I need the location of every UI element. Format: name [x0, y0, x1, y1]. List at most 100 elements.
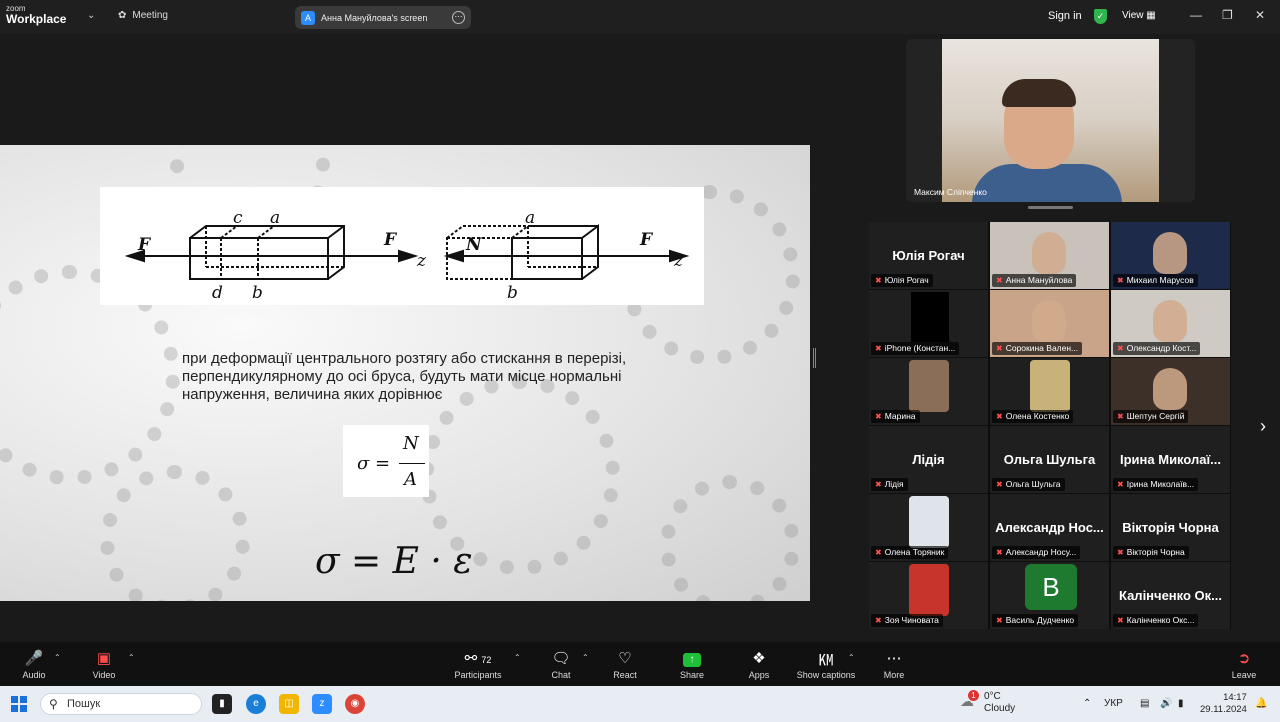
mic-muted-icon: ✖: [875, 548, 882, 557]
windows-start-icon[interactable]: [11, 696, 27, 712]
volume-icon[interactable]: 🔊: [1160, 698, 1172, 709]
more-label: More: [883, 670, 905, 680]
system-clock[interactable]: 14:17 29.11.2024: [1200, 692, 1247, 716]
mic-muted-icon: ✖: [875, 276, 882, 285]
participant-tile[interactable]: ✖ Марина: [869, 358, 988, 425]
battery-icon[interactable]: ▮: [1178, 698, 1184, 709]
edge-icon[interactable]: e: [246, 694, 266, 714]
participant-tile[interactable]: ✖ Анна Мануйлова: [990, 222, 1109, 289]
participant-name-chip: ✖ Ірина Миколаїв...: [1113, 478, 1199, 491]
maximize-icon[interactable]: ❐: [1222, 8, 1233, 22]
file-explorer-icon[interactable]: ◫: [279, 694, 299, 714]
audio-label: Audio: [22, 670, 46, 680]
participants-options-caret[interactable]: ⌃: [514, 653, 521, 662]
chat-options-caret[interactable]: ⌃: [582, 653, 589, 662]
participant-name: iPhone (Констан...: [884, 343, 956, 353]
shield-icon[interactable]: ✓: [1094, 9, 1107, 24]
meeting-toolbar: 🎤 Audio ⌃ ▣ Video ⌃ ⚯ 72 Participants ⌃ …: [0, 642, 1280, 686]
participant-name: Сорокина Вален...: [1005, 343, 1079, 353]
search-icon: ⚲: [49, 697, 58, 711]
slide-body-text: при деформації центрального розтягу або …: [182, 350, 627, 403]
meeting-menu[interactable]: ✿ Meeting: [118, 10, 168, 21]
participants-button[interactable]: ⚯ 72 Participants: [450, 649, 506, 680]
mic-muted-icon: ✖: [996, 480, 1003, 489]
captions-options-caret[interactable]: ⌃: [848, 653, 855, 662]
apps-icon: ❖: [752, 650, 766, 667]
cloud-icon: ☁: [960, 693, 974, 709]
gear-decoration: [660, 475, 800, 601]
participant-count: 72: [481, 655, 492, 665]
more-options-icon[interactable]: ⋯: [452, 11, 465, 24]
chat-button[interactable]: 🗨 Chat: [546, 649, 576, 680]
more-icon: ⋯: [886, 650, 902, 667]
point-label: d: [212, 283, 223, 303]
leave-button[interactable]: ➲ Leave: [1228, 649, 1260, 680]
mic-muted-icon: ✖: [1117, 344, 1124, 353]
zoom-taskbar-icon[interactable]: z: [312, 694, 332, 714]
taskbar-search[interactable]: ⚲ Пошук: [40, 693, 202, 715]
participants-label: Participants: [454, 670, 502, 680]
share-button[interactable]: ↑ Share: [676, 649, 708, 680]
participant-tile[interactable]: Вікторія Чорна ✖ Вікторія Чорна: [1111, 494, 1230, 561]
point-label: b: [507, 283, 518, 303]
panel-drag-handle[interactable]: [1028, 206, 1073, 209]
language-indicator[interactable]: УКР: [1104, 698, 1123, 709]
clock-time: 14:17: [1223, 692, 1247, 703]
sharer-avatar: A: [301, 10, 315, 25]
mic-muted-icon: ✖: [996, 412, 1003, 421]
sign-in-link[interactable]: Sign in: [1048, 10, 1082, 22]
profile-photo: [909, 564, 949, 616]
participant-tile[interactable]: Ольга Шульга ✖ Ольга Шульга: [990, 426, 1109, 493]
participant-display-name: Юлія Рогач: [892, 248, 965, 263]
view-button[interactable]: View ▦: [1122, 10, 1156, 21]
chevron-down-icon[interactable]: ⌄: [87, 10, 95, 21]
participant-name-chip: ✖ Олександр Кост...: [1113, 342, 1201, 355]
formula-lhs: σ =: [357, 453, 391, 474]
participant-tile[interactable]: ✖ iPhone (Констан...: [869, 290, 988, 357]
participant-name: Зоя Чиновата: [884, 615, 939, 625]
close-icon[interactable]: ✕: [1255, 8, 1265, 22]
resize-handle[interactable]: [813, 348, 816, 368]
apps-button[interactable]: ❖ Apps: [744, 649, 774, 680]
point-label: c: [233, 208, 243, 228]
more-button[interactable]: ⋯ More: [878, 649, 910, 680]
bar-tension-diagram: F c a d b F z N a b F z: [100, 187, 704, 305]
chat-icon: 🗨: [551, 650, 571, 667]
participant-name-chip: ✖ Вікторія Чорна: [1113, 546, 1189, 559]
participant-name-chip: ✖ Шептун Сергій: [1113, 410, 1189, 423]
task-view-icon[interactable]: ▮: [212, 694, 232, 714]
react-button[interactable]: ♡ React: [610, 649, 640, 680]
participant-tile[interactable]: ✖ Олександр Кост...: [1111, 290, 1230, 357]
participant-tile[interactable]: B ✖ Василь Дудченко: [990, 562, 1109, 629]
participant-tile[interactable]: ✖ Шептун Сергій: [1111, 358, 1230, 425]
video-button[interactable]: ▣ Video: [88, 649, 120, 680]
audio-options-caret[interactable]: ⌃: [54, 653, 61, 662]
speaker-name: Максим Сліпченко: [914, 187, 987, 197]
participant-tile[interactable]: Калінченко Ок... ✖ Калінченко Окс...: [1111, 562, 1230, 629]
video-options-caret[interactable]: ⌃: [128, 653, 135, 662]
screen-share-pill[interactable]: A Анна Мануйлова's screen ⋯: [295, 6, 471, 29]
participant-tile[interactable]: ✖ Михаил Марусов: [1111, 222, 1230, 289]
participant-tile[interactable]: ✖ Олена Торяник: [869, 494, 988, 561]
next-page-icon[interactable]: ›: [1260, 416, 1266, 437]
force-label: F: [137, 235, 152, 255]
tray-overflow-icon[interactable]: ⌃: [1083, 698, 1091, 709]
notification-bell-icon[interactable]: 🔔: [1255, 698, 1267, 709]
chrome-icon[interactable]: ◉: [345, 694, 365, 714]
participant-tile[interactable]: Лідія ✖ Лідія: [869, 426, 988, 493]
participant-tile[interactable]: ✖ Олена Костенко: [990, 358, 1109, 425]
participant-video: [1032, 300, 1066, 342]
audio-button[interactable]: 🎤 Audio: [18, 649, 50, 680]
network-icon[interactable]: ▤: [1140, 698, 1149, 709]
mic-muted-icon: 🎤: [24, 650, 44, 667]
participant-tile[interactable]: Ірина Миколаї... ✖ Ірина Миколаїв...: [1111, 426, 1230, 493]
mic-muted-icon: ✖: [875, 480, 882, 489]
participant-name-chip: ✖ Юлія Рогач: [871, 274, 933, 287]
participant-tile[interactable]: ✖ Зоя Чиновата: [869, 562, 988, 629]
participant-tile[interactable]: ✖ Сорокина Вален...: [990, 290, 1109, 357]
participant-tile[interactable]: Александр Нос... ✖ Александр Носу...: [990, 494, 1109, 561]
active-speaker-video[interactable]: Максим Сліпченко: [906, 39, 1195, 202]
minimize-icon[interactable]: —: [1190, 8, 1202, 22]
participant-tile[interactable]: Юлія Рогач ✖ Юлія Рогач: [869, 222, 988, 289]
participant-display-name: Александр Нос...: [995, 520, 1104, 535]
